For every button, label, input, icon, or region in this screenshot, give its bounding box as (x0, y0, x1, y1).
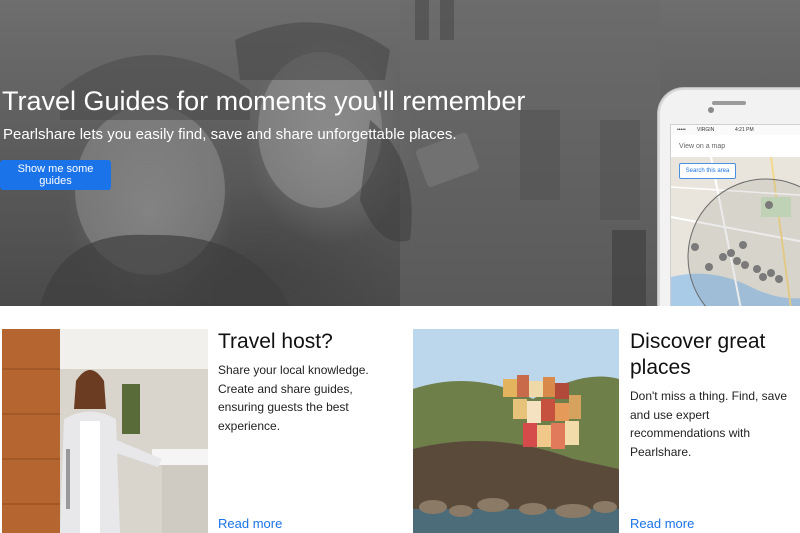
map-view[interactable]: Search this area (671, 156, 800, 306)
hero-subtitle: Pearlshare lets you easily find, save an… (3, 126, 457, 143)
hero-title: Travel Guides for moments you'll remembe… (2, 86, 526, 116)
travel-host-title: Travel host? (218, 330, 333, 353)
map-header-title: View on a map (679, 143, 726, 150)
search-this-area-button[interactable]: Search this area (679, 163, 736, 179)
carrier-label: VIRGIN (697, 127, 715, 133)
phone-camera (708, 107, 714, 113)
travel-host-read-more-link[interactable]: Read more (218, 516, 282, 531)
phone-status-bar: ••••• VIRGIN 4:21 PM (671, 125, 800, 135)
discover-places-read-more-link[interactable]: Read more (630, 516, 694, 531)
discover-places-title: Discover great places (630, 330, 766, 379)
phone-speaker (712, 101, 746, 105)
phone-mockup: ••••• VIRGIN 4:21 PM View on a map Searc… (658, 88, 800, 306)
map-header: View on a map (671, 135, 800, 158)
hero-banner: Travel Guides for moments you'll remembe… (0, 0, 800, 306)
travel-host-description: Share your local knowledge. Create and s… (218, 363, 369, 433)
discover-places-image (413, 329, 619, 533)
phone-screen: ••••• VIRGIN 4:21 PM View on a map Searc… (670, 124, 800, 306)
signal-dots-icon: ••••• (677, 127, 686, 133)
discover-places-description: Don't miss a thing. Find, save and use e… (630, 389, 788, 459)
show-guides-button[interactable]: Show me some guides (0, 160, 111, 190)
status-time: 4:21 PM (735, 127, 754, 133)
travel-host-image (2, 329, 208, 533)
map-graphic (671, 156, 800, 306)
